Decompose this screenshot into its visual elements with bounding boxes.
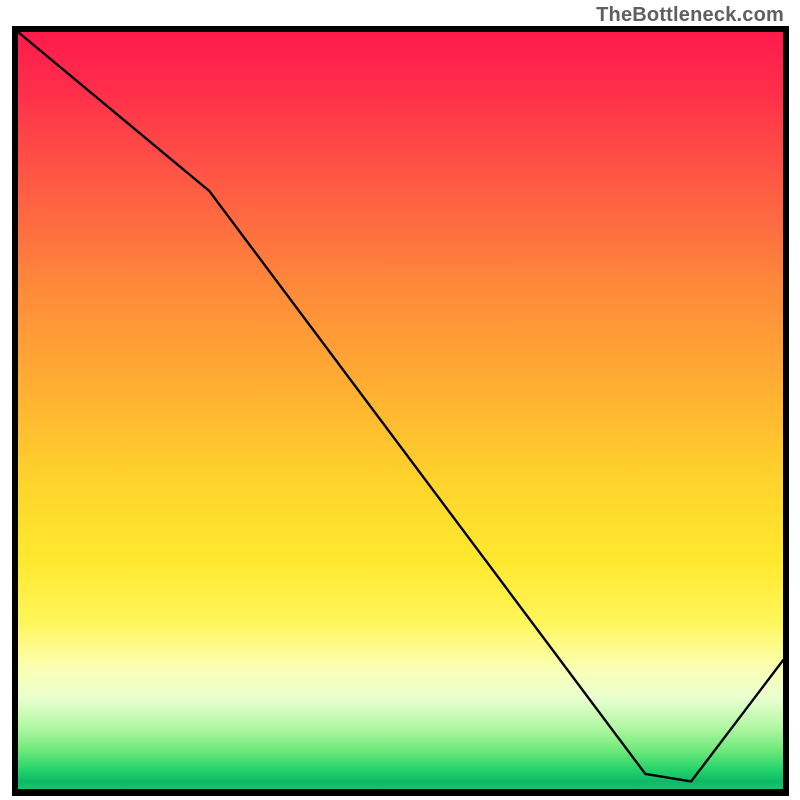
watermark-text: TheBottleneck.com <box>596 4 784 27</box>
chart-series-line <box>18 32 783 781</box>
chart-line-layer <box>18 32 783 789</box>
chart-area <box>12 26 789 796</box>
